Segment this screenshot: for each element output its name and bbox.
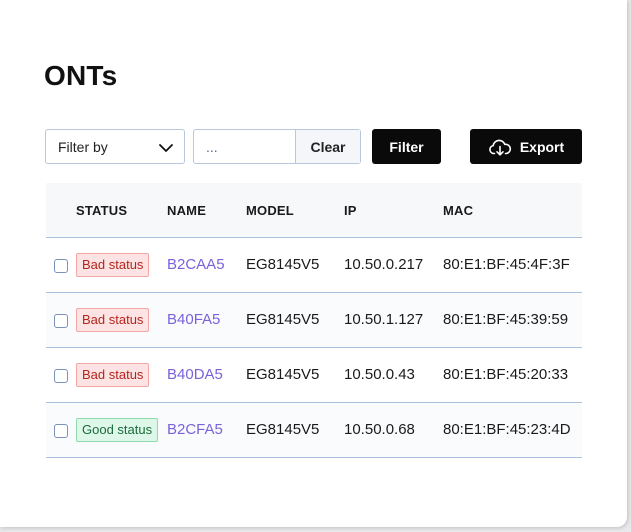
mac-cell: 80:E1:BF:45:23:4D [443, 421, 571, 438]
ip-cell: 10.50.0.43 [344, 366, 415, 383]
status-badge: Bad status [76, 308, 150, 332]
mac-cell: 80:E1:BF:45:20:33 [443, 366, 569, 383]
ont-table: STATUS NAME MODEL IP MAC Bad status B2CA… [46, 183, 582, 458]
table-row: Bad status B40FA5 EG8145V5 10.50.1.127 8… [46, 293, 582, 348]
filter-by-label: Filter by [58, 138, 108, 155]
ont-panel: ONTs Filter by Clear Filter Export STATU… [0, 0, 627, 527]
status-badge: Good status [76, 418, 159, 442]
header-mac: MAC [443, 203, 474, 218]
header-model: MODEL [246, 203, 294, 218]
mac-cell: 80:E1:BF:45:39:59 [443, 311, 569, 328]
chevron-down-icon [159, 144, 173, 152]
ont-name-link[interactable]: B2CAA5 [167, 256, 225, 273]
ont-name-link[interactable]: B2CFA5 [167, 421, 223, 438]
export-button[interactable]: Export [470, 129, 582, 164]
table-header: STATUS NAME MODEL IP MAC [46, 183, 582, 238]
model-cell: EG8145V5 [246, 421, 320, 438]
status-badge: Bad status [76, 363, 150, 387]
row-checkbox[interactable] [54, 314, 68, 328]
row-checkbox[interactable] [54, 424, 68, 438]
model-cell: EG8145V5 [246, 366, 320, 383]
ip-cell: 10.50.1.127 [344, 311, 424, 328]
clear-button[interactable]: Clear [295, 130, 360, 163]
ont-name-link[interactable]: B40FA5 [167, 311, 220, 328]
row-checkbox[interactable] [54, 259, 68, 273]
header-status: STATUS [76, 203, 128, 218]
table-row: Bad status B2CAA5 EG8145V5 10.50.0.217 8… [46, 238, 582, 293]
cloud-download-icon [489, 139, 511, 156]
table-row: Bad status B40DA5 EG8145V5 10.50.0.43 80… [46, 348, 582, 403]
model-cell: EG8145V5 [246, 256, 320, 273]
page-title: ONTs [44, 60, 118, 91]
status-badge: Bad status [76, 253, 150, 277]
header-ip: IP [344, 203, 357, 218]
row-checkbox[interactable] [54, 369, 68, 383]
search-group: Clear [193, 129, 361, 164]
export-label: Export [519, 138, 565, 155]
table-row: Good status B2CFA5 EG8145V5 10.50.0.68 8… [46, 403, 582, 458]
ip-cell: 10.50.0.68 [344, 421, 415, 438]
mac-cell: 80:E1:BF:45:4F:3F [443, 256, 570, 273]
search-input[interactable] [194, 130, 295, 163]
model-cell: EG8145V5 [246, 311, 320, 328]
filter-button[interactable]: Filter [372, 129, 441, 164]
toolbar: Filter by Clear Filter Export [45, 129, 582, 164]
header-name: NAME [167, 203, 207, 218]
ont-name-link[interactable]: B40DA5 [167, 366, 223, 383]
filter-by-dropdown[interactable]: Filter by [45, 129, 185, 164]
ip-cell: 10.50.0.217 [344, 256, 424, 273]
